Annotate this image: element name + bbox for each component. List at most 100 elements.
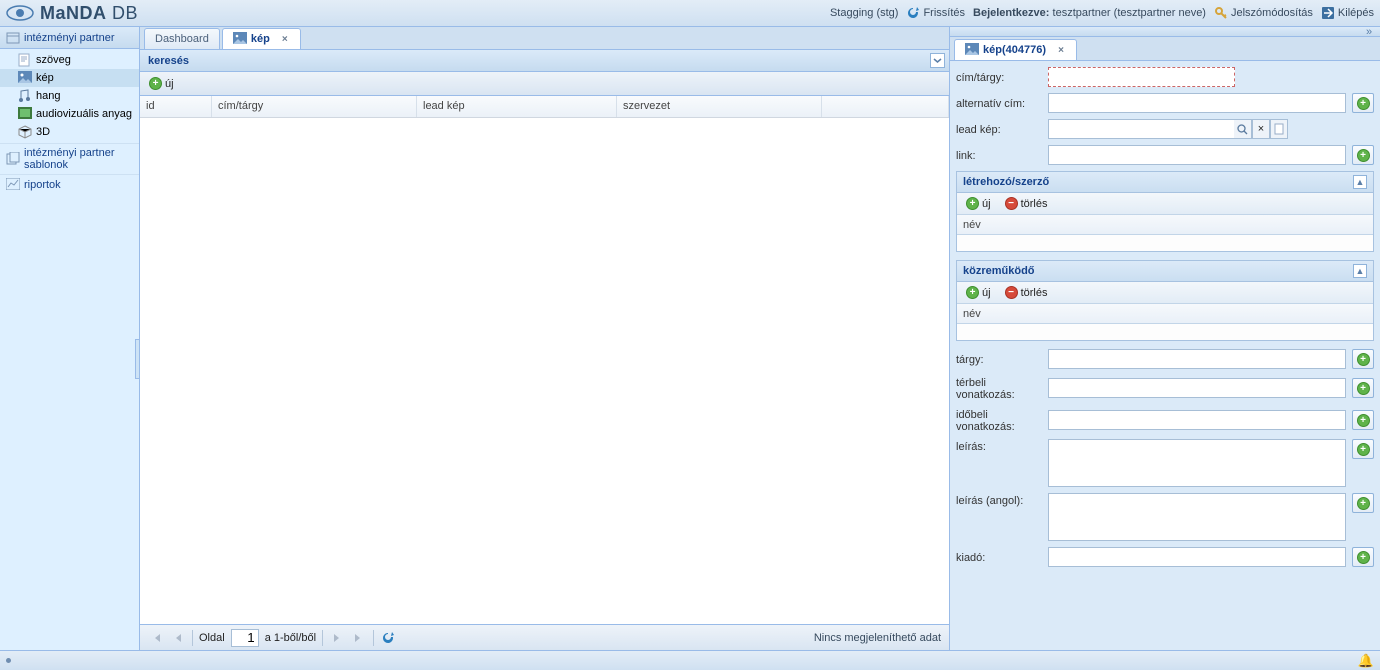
key-icon <box>1214 6 1228 20</box>
lookup-clear-button[interactable]: × <box>1252 119 1270 139</box>
label-leiras: leírás: <box>956 439 1042 453</box>
plus-icon: + <box>966 197 979 210</box>
prev-page-button[interactable] <box>170 630 186 646</box>
expand-icon[interactable]: » <box>1362 28 1376 36</box>
page-total: a 1-ből/ből <box>265 632 316 644</box>
close-icon[interactable]: × <box>1056 45 1066 55</box>
sidebar-item-av[interactable]: audiovizuális anyag <box>0 105 139 123</box>
sidebar-header[interactable]: intézményi partner <box>0 27 139 49</box>
sidebar-item-label: hang <box>36 90 60 102</box>
add-targy-button[interactable]: + <box>1352 349 1374 369</box>
refresh-link[interactable]: Frissítés <box>906 6 965 20</box>
image-icon <box>965 43 979 57</box>
sidebar-item-label: szöveg <box>36 54 71 66</box>
add-leiras-en-button[interactable]: + <box>1352 493 1374 513</box>
contrib-delete-button[interactable]: −törlés <box>1002 285 1051 300</box>
contrib-new-button[interactable]: +új <box>963 285 994 300</box>
minus-icon: − <box>1005 197 1018 210</box>
creator-grid-body <box>957 235 1373 251</box>
partner-icon <box>6 31 20 45</box>
input-targy[interactable] <box>1048 349 1346 369</box>
label-idobeli: időbeli vonatkozás: <box>956 407 1042 433</box>
label-link: link: <box>956 148 1042 162</box>
last-page-button[interactable] <box>351 630 367 646</box>
tab-dashboard[interactable]: Dashboard <box>144 28 220 49</box>
col-org[interactable]: szervezet <box>617 96 822 117</box>
creator-col-name[interactable]: név <box>957 215 1373 235</box>
center-tabs: Dashboard kép × <box>140 27 949 50</box>
tab-kep-detail[interactable]: kép(404776) × <box>954 39 1077 60</box>
col-title[interactable]: cím/tárgy <box>212 96 417 117</box>
plus-icon: + <box>1357 97 1370 110</box>
creator-new-button[interactable]: +új <box>963 196 994 211</box>
password-change-link[interactable]: Jelszómódosítás <box>1214 6 1313 20</box>
status-bar: 🔔 <box>0 650 1380 670</box>
add-link-button[interactable]: + <box>1352 145 1374 165</box>
close-icon[interactable]: × <box>280 34 290 44</box>
input-cim[interactable] <box>1048 67 1235 87</box>
lookup-doc-button[interactable] <box>1270 119 1288 139</box>
collapse-button[interactable]: ▲ <box>1353 264 1367 278</box>
refresh-page-button[interactable] <box>380 630 396 646</box>
input-terbeli[interactable] <box>1048 378 1346 398</box>
add-terbeli-button[interactable]: + <box>1352 378 1374 398</box>
main-layout: intézményi partner szöveg kép hang audio… <box>0 27 1380 650</box>
add-idobeli-button[interactable]: + <box>1352 410 1374 430</box>
col-rest <box>822 96 949 117</box>
page-label: Oldal <box>199 632 225 644</box>
textarea-leiras[interactable] <box>1048 439 1346 487</box>
plus-icon: + <box>966 286 979 299</box>
sidebar: intézményi partner szöveg kép hang audio… <box>0 27 140 650</box>
label-lead: lead kép: <box>956 122 1042 136</box>
add-leiras-button[interactable]: + <box>1352 439 1374 459</box>
input-kiado[interactable] <box>1048 547 1346 567</box>
input-idobeli[interactable] <box>1048 410 1346 430</box>
input-link[interactable] <box>1048 145 1346 165</box>
grid-body <box>140 118 949 624</box>
first-page-button[interactable] <box>148 630 164 646</box>
film-icon <box>18 107 32 121</box>
sidebar-item-label: 3D <box>36 126 50 138</box>
contrib-col-name[interactable]: név <box>957 304 1373 324</box>
template-icon <box>6 152 20 166</box>
label-terbeli: térbeli vonatkozás: <box>956 375 1042 401</box>
plus-icon: + <box>1357 414 1370 427</box>
sidebar-item-3d[interactable]: 3D <box>0 123 139 141</box>
lookup-search-button[interactable] <box>1234 119 1252 139</box>
page-input[interactable] <box>231 629 259 647</box>
search-panel-header: keresés <box>140 50 949 72</box>
sidebar-section-reports[interactable]: riportok <box>0 174 139 195</box>
sidebar-item-hang[interactable]: hang <box>0 87 139 105</box>
add-kiado-button[interactable]: + <box>1352 547 1374 567</box>
doc-icon <box>18 53 32 67</box>
detail-form: cím/tárgy: alternatív cím: + lead kép: ×… <box>950 61 1380 650</box>
creator-delete-button[interactable]: −törlés <box>1002 196 1051 211</box>
new-button[interactable]: + új <box>146 76 177 91</box>
sidebar-tree: szöveg kép hang audiovizuális anyag 3D <box>0 49 139 143</box>
right-panel-header: » <box>950 27 1380 37</box>
center-region: Dashboard kép × keresés + új id cím/tárg… <box>140 27 950 650</box>
collapse-button[interactable]: ▲ <box>1353 175 1367 189</box>
plus-icon: + <box>1357 382 1370 395</box>
add-alt-button[interactable]: + <box>1352 93 1374 113</box>
search-toolbar: + új <box>140 72 949 96</box>
col-lead[interactable]: lead kép <box>417 96 617 117</box>
subpanel-contributor-toolbar: +új −törlés <box>957 282 1373 304</box>
next-page-button[interactable] <box>329 630 345 646</box>
right-panel: » kép(404776) × cím/tárgy: alternatív cí… <box>950 27 1380 650</box>
col-id[interactable]: id <box>140 96 212 117</box>
label-cim: cím/tárgy: <box>956 70 1042 84</box>
input-alt[interactable] <box>1048 93 1346 113</box>
sidebar-collapse-handle[interactable] <box>135 339 140 379</box>
collapse-button[interactable] <box>930 53 945 68</box>
sidebar-section-templates[interactable]: intézményi partner sablonok <box>0 143 139 174</box>
textarea-leiras-en[interactable] <box>1048 493 1346 541</box>
paging-status: Nincs megjeleníthető adat <box>814 632 941 644</box>
sidebar-item-kep[interactable]: kép <box>0 69 139 87</box>
logout-link[interactable]: Kilépés <box>1321 6 1374 20</box>
plus-icon: + <box>1357 443 1370 456</box>
sidebar-item-szoveg[interactable]: szöveg <box>0 51 139 69</box>
notification-icon[interactable]: 🔔 <box>1358 653 1374 669</box>
input-lead[interactable] <box>1048 119 1234 139</box>
tab-kep[interactable]: kép × <box>222 28 301 49</box>
